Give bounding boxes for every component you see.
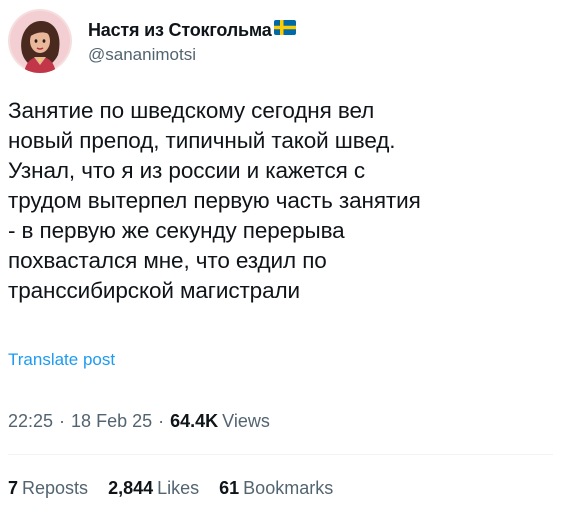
reposts-label: Reposts [22, 478, 89, 498]
post-meta: 22:25 · 18 Feb 25 · 64.4K Views [8, 411, 270, 432]
bookmarks-label: Bookmarks [243, 478, 334, 498]
likes-stat[interactable]: 2,844 Likes [108, 478, 199, 499]
post-stats: 7 Reposts 2,844 Likes 61 Bookmarks [8, 478, 353, 499]
post-time[interactable]: 22:25 [8, 411, 53, 432]
views-label: Views [222, 411, 270, 431]
swedish-flag-icon [273, 19, 296, 35]
divider [8, 454, 553, 455]
post-date[interactable]: 18 Feb 25 [71, 411, 152, 432]
bookmarks-count: 61 [219, 478, 240, 498]
meta-separator: · [158, 411, 165, 431]
likes-label: Likes [157, 478, 200, 498]
tweet-header: Настя из Стокгольма @sananimotsi [8, 9, 296, 73]
display-name-row: Настя из Стокгольма [88, 19, 296, 41]
bookmarks-stat[interactable]: 61 Bookmarks [219, 478, 333, 499]
tweet-card: Настя из Стокгольма @sananimotsi Занятие… [0, 0, 570, 525]
reposts-stat[interactable]: 7 Reposts [8, 478, 88, 499]
post-text: Занятие по шведскому сегодня вел новый п… [8, 98, 421, 303]
author-names: Настя из Стокгольма @sananimotsi [88, 19, 296, 65]
likes-count: 2,844 [108, 478, 154, 498]
views-count: 64.4K [170, 411, 219, 431]
display-name[interactable]: Настя из Стокгольма [88, 20, 272, 41]
meta-separator: · [59, 411, 66, 431]
author-handle[interactable]: @sananimotsi [88, 45, 296, 65]
reposts-count: 7 [8, 478, 19, 498]
avatar[interactable] [8, 9, 72, 73]
avatar-illustration-icon [8, 9, 72, 73]
translate-post-link[interactable]: Translate post [8, 350, 115, 370]
